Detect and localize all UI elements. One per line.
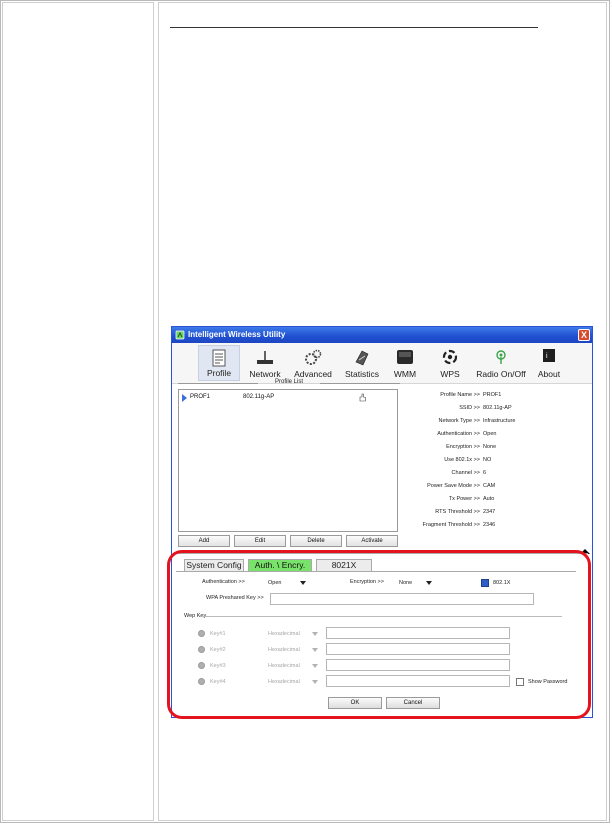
profile-ssid-cell: 802.11g-AP (243, 394, 275, 400)
toolbar-label: WPS (440, 369, 460, 379)
advanced-icon (305, 349, 322, 365)
info-authentication: Authentication >> Open (402, 431, 562, 439)
profile-list[interactable]: PROF1 802.11g-AP (178, 389, 398, 532)
toolbar: Profile Network Advanced Statistics WMM … (172, 343, 592, 384)
info-use-8021x: Use 802.1x >> NO (402, 457, 562, 465)
toolbar-label: WMM (393, 369, 417, 379)
toolbar-label: Advanced (294, 369, 332, 379)
info-key: Authentication >> (437, 431, 480, 437)
table-row[interactable]: PROF1 802.11g-AP (180, 393, 396, 403)
wmm-icon (397, 350, 413, 364)
info-power-save-mode: Power Save Mode >> CAM (402, 483, 562, 491)
toolbar-label: Radio On/Off (476, 369, 526, 379)
info-rts-threshold: RTS Threshold >> 2347 (402, 509, 562, 517)
toolbar-wmm[interactable]: WMM (388, 345, 422, 381)
profile-list-header: Profile List (178, 379, 400, 387)
info-profile-name: Profile Name >> PROF1 (402, 392, 562, 400)
info-key: SSID >> (459, 405, 480, 411)
info-value: CAM (483, 483, 496, 489)
info-key: Encryption >> (446, 444, 480, 450)
toolbar-label: Network (249, 369, 281, 379)
toolbar-advanced[interactable]: Advanced (290, 345, 336, 381)
info-fragment-threshold: Fragment Threshold >> 2346 (402, 522, 562, 530)
info-key: Profile Name >> (440, 392, 480, 398)
info-key: Network Type >> (438, 418, 480, 424)
info-ssid: SSID >> 802.11g-AP (402, 405, 562, 413)
selected-arrow-icon (182, 394, 187, 402)
delete-button[interactable]: Delete (290, 535, 342, 547)
info-value: 6 (483, 470, 487, 476)
add-button[interactable]: Add (178, 535, 230, 547)
info-network-type: Network Type >> Infrastructure (402, 418, 562, 426)
wps-icon (442, 349, 458, 365)
toolbar-label: Profile (206, 368, 232, 378)
left-column (2, 2, 154, 821)
info-key: Use 802.1x >> (444, 457, 480, 463)
toolbar-network[interactable]: Network (244, 345, 286, 381)
horizontal-rule (170, 27, 538, 28)
profile-name-cell: PROF1 (190, 394, 211, 400)
network-icon (257, 351, 273, 364)
info-value: 2347 (483, 509, 496, 515)
info-value: PROF1 (483, 392, 502, 398)
info-encryption: Encryption >> None (402, 444, 562, 452)
title-bar[interactable]: Intelligent Wireless Utility X (172, 327, 592, 343)
info-value: Open (483, 431, 497, 437)
info-value: Infrastructure (483, 418, 516, 424)
activate-button[interactable]: Activate (346, 535, 398, 547)
info-value: 802.11g-AP (483, 405, 512, 411)
info-value: NO (483, 457, 492, 463)
info-tx-power: Tx Power >> Auto (402, 496, 562, 504)
info-key: Channel >> (451, 470, 480, 476)
toolbar-radio[interactable]: Radio On/Off (476, 345, 526, 381)
info-value: None (483, 444, 497, 450)
statistics-icon (355, 350, 369, 366)
radio-icon (496, 350, 506, 364)
info-key: Fragment Threshold >> (422, 522, 480, 528)
highlight-callout (167, 550, 591, 719)
toolbar-wps[interactable]: WPS (434, 345, 466, 381)
info-key: Tx Power >> (448, 496, 480, 502)
profile-icon (212, 349, 226, 367)
about-icon: i (543, 349, 555, 362)
toolbar-label: About (537, 369, 561, 379)
app-icon (175, 330, 185, 340)
toolbar-profile[interactable]: Profile (198, 345, 240, 381)
window-title: Intelligent Wireless Utility (188, 330, 286, 339)
toolbar-label: Statistics (344, 369, 379, 379)
info-channel: Channel >> 6 (402, 470, 562, 478)
info-key: RTS Threshold >> (435, 509, 480, 515)
profile-list-title: Profile List (274, 379, 303, 385)
toolbar-statistics[interactable]: Statistics (340, 345, 384, 381)
toolbar-about[interactable]: i About (532, 345, 566, 381)
close-button[interactable]: X (578, 329, 590, 341)
connected-hand-icon (359, 393, 366, 402)
info-value: Auto (483, 496, 495, 502)
info-key: Power Save Mode >> (427, 483, 480, 489)
info-value: 2346 (483, 522, 496, 528)
edit-button[interactable]: Edit (234, 535, 286, 547)
